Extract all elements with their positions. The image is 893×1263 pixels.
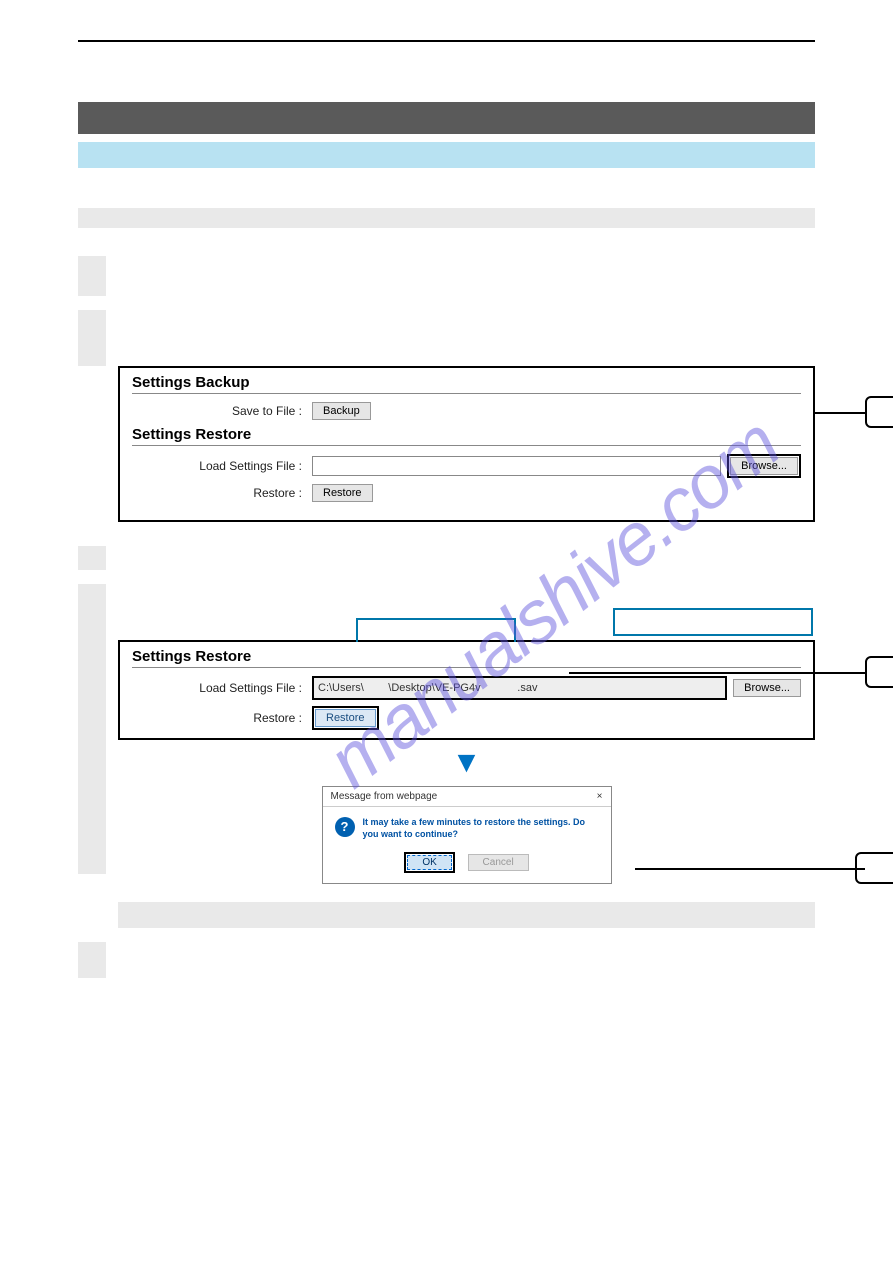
load-settings-file-label-1: Load Settings File : [132,459,312,473]
ok-button[interactable]: OK [407,855,451,870]
cancel-button[interactable]: Cancel [468,854,529,871]
step-marker-5 [78,942,106,978]
step-marker-4 [78,584,106,874]
restore-button-2[interactable]: Restore [315,709,376,727]
section-bar-light [78,142,815,168]
settings-restore-title-2: Settings Restore [132,648,801,668]
restore-label-1: Restore : [132,486,312,500]
top-rule [78,40,815,42]
browse-button-2[interactable]: Browse... [733,679,801,697]
settings-panel-2: Settings Restore Load Settings File : Br… [118,640,815,740]
grey-bar-1 [78,208,815,228]
load-settings-file-input-2[interactable] [314,678,725,698]
callout-box-browse [865,396,893,428]
dialog-message: It may take a few minutes to restore the… [363,817,599,840]
callout-box-ok [855,852,893,884]
callout-connector-1 [815,412,865,414]
arrow-down-icon: ▼ [118,746,815,780]
callout-bracket [356,618,516,642]
question-icon: ? [335,817,355,837]
callout-connector-2 [569,672,865,674]
browse-button-1[interactable]: Browse... [730,457,798,475]
callout-connector-3 [635,868,865,870]
confirm-dialog: Message from webpage × ? It may take a f… [322,786,612,884]
section-bar-dark [78,102,815,134]
load-settings-file-input-1[interactable] [312,456,721,476]
grey-bar-bottom [118,902,815,928]
restore-button-1[interactable]: Restore [312,484,373,502]
settings-backup-title: Settings Backup [132,374,801,394]
callout-filepath-box [613,608,813,636]
load-settings-file-label-2: Load Settings File : [132,681,312,695]
step-marker-2 [78,310,106,366]
callout-box-restore [865,656,893,688]
restore-label-2: Restore : [132,711,312,725]
settings-restore-title-1: Settings Restore [132,426,801,446]
close-icon[interactable]: × [597,791,603,802]
step-marker-3 [78,546,106,570]
step-marker-1 [78,256,106,296]
save-to-file-label: Save to File : [132,404,312,418]
backup-button[interactable]: Backup [312,402,371,420]
dialog-title-text: Message from webpage [331,791,438,802]
settings-panel-1: Settings Backup Save to File : Backup Se… [118,366,815,522]
